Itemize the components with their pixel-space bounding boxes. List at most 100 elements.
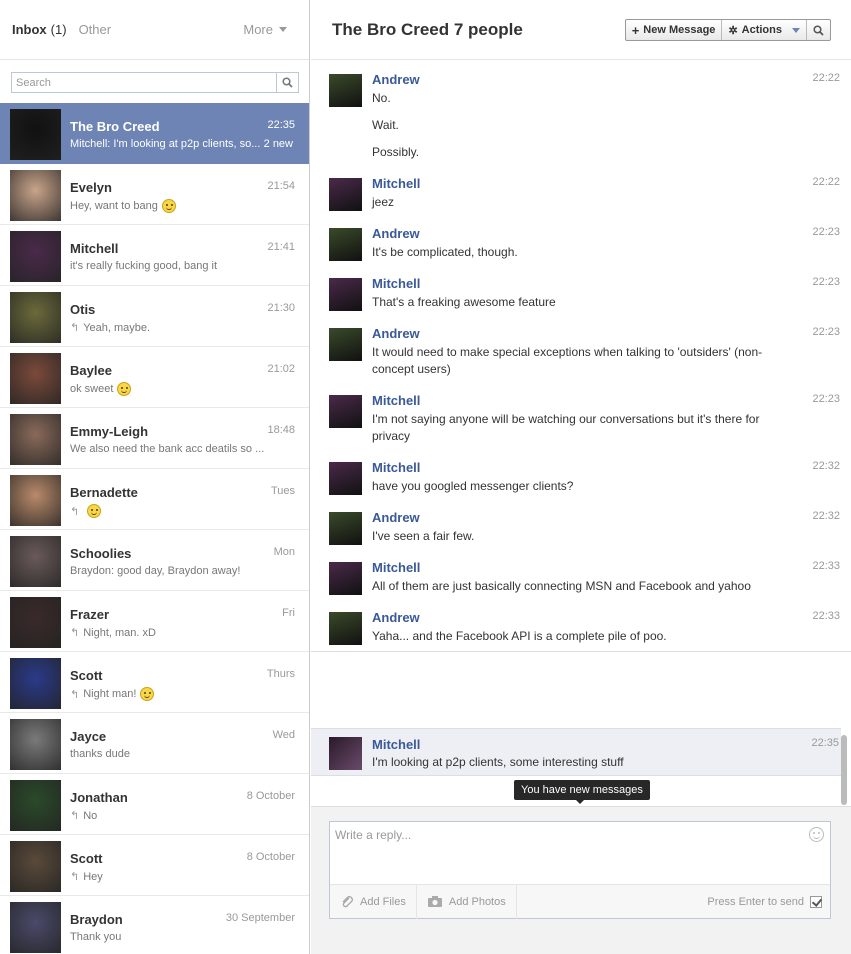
thread-snippet: Mitchell: I'm looking at p2p clients, so…	[70, 138, 295, 150]
message-author[interactable]: Mitchell	[372, 737, 420, 752]
message-author[interactable]: Andrew	[372, 510, 420, 525]
more-dropdown[interactable]: More	[243, 22, 287, 37]
message-body: That's a freaking awesome feature	[372, 294, 782, 321]
thread-item[interactable]: Jonathan 8 October ↰ No	[0, 774, 309, 835]
reply-input[interactable]	[330, 822, 800, 884]
message-author[interactable]: Andrew	[372, 326, 420, 341]
inbox-tab[interactable]: Inbox	[12, 22, 47, 37]
avatar	[10, 719, 61, 770]
message-author[interactable]: Mitchell	[372, 460, 420, 475]
thread-snippet: Thank you	[70, 931, 295, 943]
new-message-button[interactable]: + New Message	[626, 20, 723, 40]
avatar[interactable]	[329, 328, 362, 361]
scrollbar[interactable]	[841, 735, 847, 805]
thread-name: Otis	[70, 302, 96, 317]
thread-snippet-text: We also need the bank acc deatils so ...	[70, 443, 265, 455]
thread-item[interactable]: Schoolies Mon Braydon: good day, Braydon a…	[0, 530, 309, 591]
thread-item[interactable]: Scott 8 October ↰ Hey	[0, 835, 309, 896]
new-messages-tooltip[interactable]: You have new messages	[514, 780, 650, 804]
message-author[interactable]: Andrew	[372, 72, 420, 87]
avatar[interactable]	[329, 178, 362, 211]
inbox-unread-count: (1)	[50, 22, 67, 37]
paperclip-icon	[342, 895, 353, 907]
avatar	[10, 780, 61, 831]
message-time: 22:32	[812, 460, 840, 472]
message-body: All of them are just basically connectin…	[372, 578, 782, 605]
avatar	[10, 414, 61, 465]
other-tab[interactable]: Other	[79, 22, 112, 37]
add-photos-button[interactable]: Add Photos	[417, 884, 517, 919]
thread-item[interactable]: Jayce Wed thanks dude	[0, 713, 309, 774]
composer-toolbar: Add Files Add Photos Press Enter to send	[330, 884, 830, 919]
search-button[interactable]	[276, 73, 298, 92]
reply-arrow-icon: ↰	[70, 627, 80, 639]
avatar[interactable]	[329, 395, 362, 428]
composer: Add Files Add Photos Press Enter to send	[329, 821, 831, 919]
thread-snippet: Hey, want to bang	[70, 199, 295, 213]
thread-snippet-text: Hey	[83, 870, 103, 883]
message-author[interactable]: Andrew	[372, 610, 420, 625]
conversation-search-button[interactable]	[807, 20, 830, 40]
add-files-button[interactable]: Add Files	[330, 884, 417, 919]
thread-time: 22:35	[267, 119, 295, 131]
thread-item[interactable]: Braydon 30 September Thank you	[0, 896, 309, 954]
search-input[interactable]	[12, 73, 276, 92]
message-author[interactable]: Andrew	[372, 226, 420, 241]
avatar[interactable]	[329, 462, 362, 495]
message-time: 22:33	[812, 610, 840, 622]
avatar[interactable]	[329, 737, 362, 770]
message-line: Possibly.	[372, 145, 420, 159]
thread-item[interactable]: Emmy-Leigh 18:48 We also need the bank acc…	[0, 408, 309, 469]
message-body: It's be complicated, though.	[372, 244, 782, 271]
more-label: More	[243, 22, 273, 37]
thread-item[interactable]: Frazer Fri ↰ Night, man. xD	[0, 591, 309, 652]
avatar	[10, 658, 61, 709]
avatar	[10, 292, 61, 343]
avatar[interactable]	[329, 278, 362, 311]
chevron-down-icon	[279, 27, 287, 32]
message-author[interactable]: Mitchell	[372, 176, 420, 191]
avatar[interactable]	[329, 612, 362, 645]
message-author[interactable]: Mitchell	[372, 276, 420, 291]
thread-item[interactable]: Scott Thurs ↰ Night man!	[0, 652, 309, 713]
smiley-icon	[117, 382, 132, 396]
message-line: It would need to make special exceptions…	[372, 345, 763, 376]
add-photos-label: Add Photos	[448, 895, 506, 908]
thread-item[interactable]: Evelyn 21:54 Hey, want to bang	[0, 164, 309, 225]
thread-time: 21:02	[267, 363, 295, 375]
thread-item[interactable]: Bernadette Tues ↰	[0, 469, 309, 530]
avatar[interactable]	[329, 562, 362, 595]
press-enter-toggle[interactable]: Press Enter to send	[707, 895, 830, 908]
thread-time: 30 September	[225, 912, 295, 924]
avatar	[10, 902, 61, 953]
thread-snippet: it's really fucking good, bang it	[70, 260, 295, 272]
thread-item[interactable]: The Bro Creed 22:35 Mitchell: I'm looking …	[0, 103, 309, 164]
message-line: I'm not saying anyone will be watching o…	[372, 412, 760, 443]
thread-snippet: Braydon: good day, Braydon away!	[70, 565, 295, 577]
message-line: That's a freaking awesome feature	[372, 295, 556, 309]
thread-snippet-text: Night, man. xD	[83, 626, 156, 639]
thread-snippet: ↰ Night man!	[70, 687, 295, 701]
thread-name: Jonathan	[70, 790, 128, 805]
message-author[interactable]: Mitchell	[372, 393, 420, 408]
avatar[interactable]	[329, 74, 362, 107]
thread-snippet-text: Mitchell: I'm looking at p2p clients, so…	[70, 138, 261, 150]
avatar	[10, 536, 61, 587]
thread-name: Mitchell	[70, 241, 119, 256]
thread-sidebar: Inbox (1) Other More The Bro Creed 22:35 M…	[0, 0, 310, 954]
message-author[interactable]: Mitchell	[372, 560, 420, 575]
emoticon-icon[interactable]	[809, 827, 824, 842]
avatar[interactable]	[329, 228, 362, 261]
thread-item[interactable]: Baylee 21:02 ok sweet	[0, 347, 309, 408]
avatar[interactable]	[329, 512, 362, 545]
avatar	[10, 597, 61, 648]
press-enter-checkbox[interactable]	[810, 895, 822, 908]
thread-time: 21:41	[267, 241, 295, 253]
thread-item[interactable]: Mitchell 21:41 it's really fucking good, b…	[0, 225, 309, 286]
actions-button[interactable]: ✲ Actions	[722, 20, 807, 40]
thread-time: Fri	[282, 607, 295, 619]
thread-item[interactable]: Otis 21:30 ↰ Yeah, maybe.	[0, 286, 309, 347]
conversation-header: The Bro Creed 7 people + New Message ✲ Act…	[311, 0, 851, 60]
message-body: I've seen a fair few.	[372, 528, 782, 555]
conversation-title: The Bro Creed 7 people	[332, 19, 523, 39]
